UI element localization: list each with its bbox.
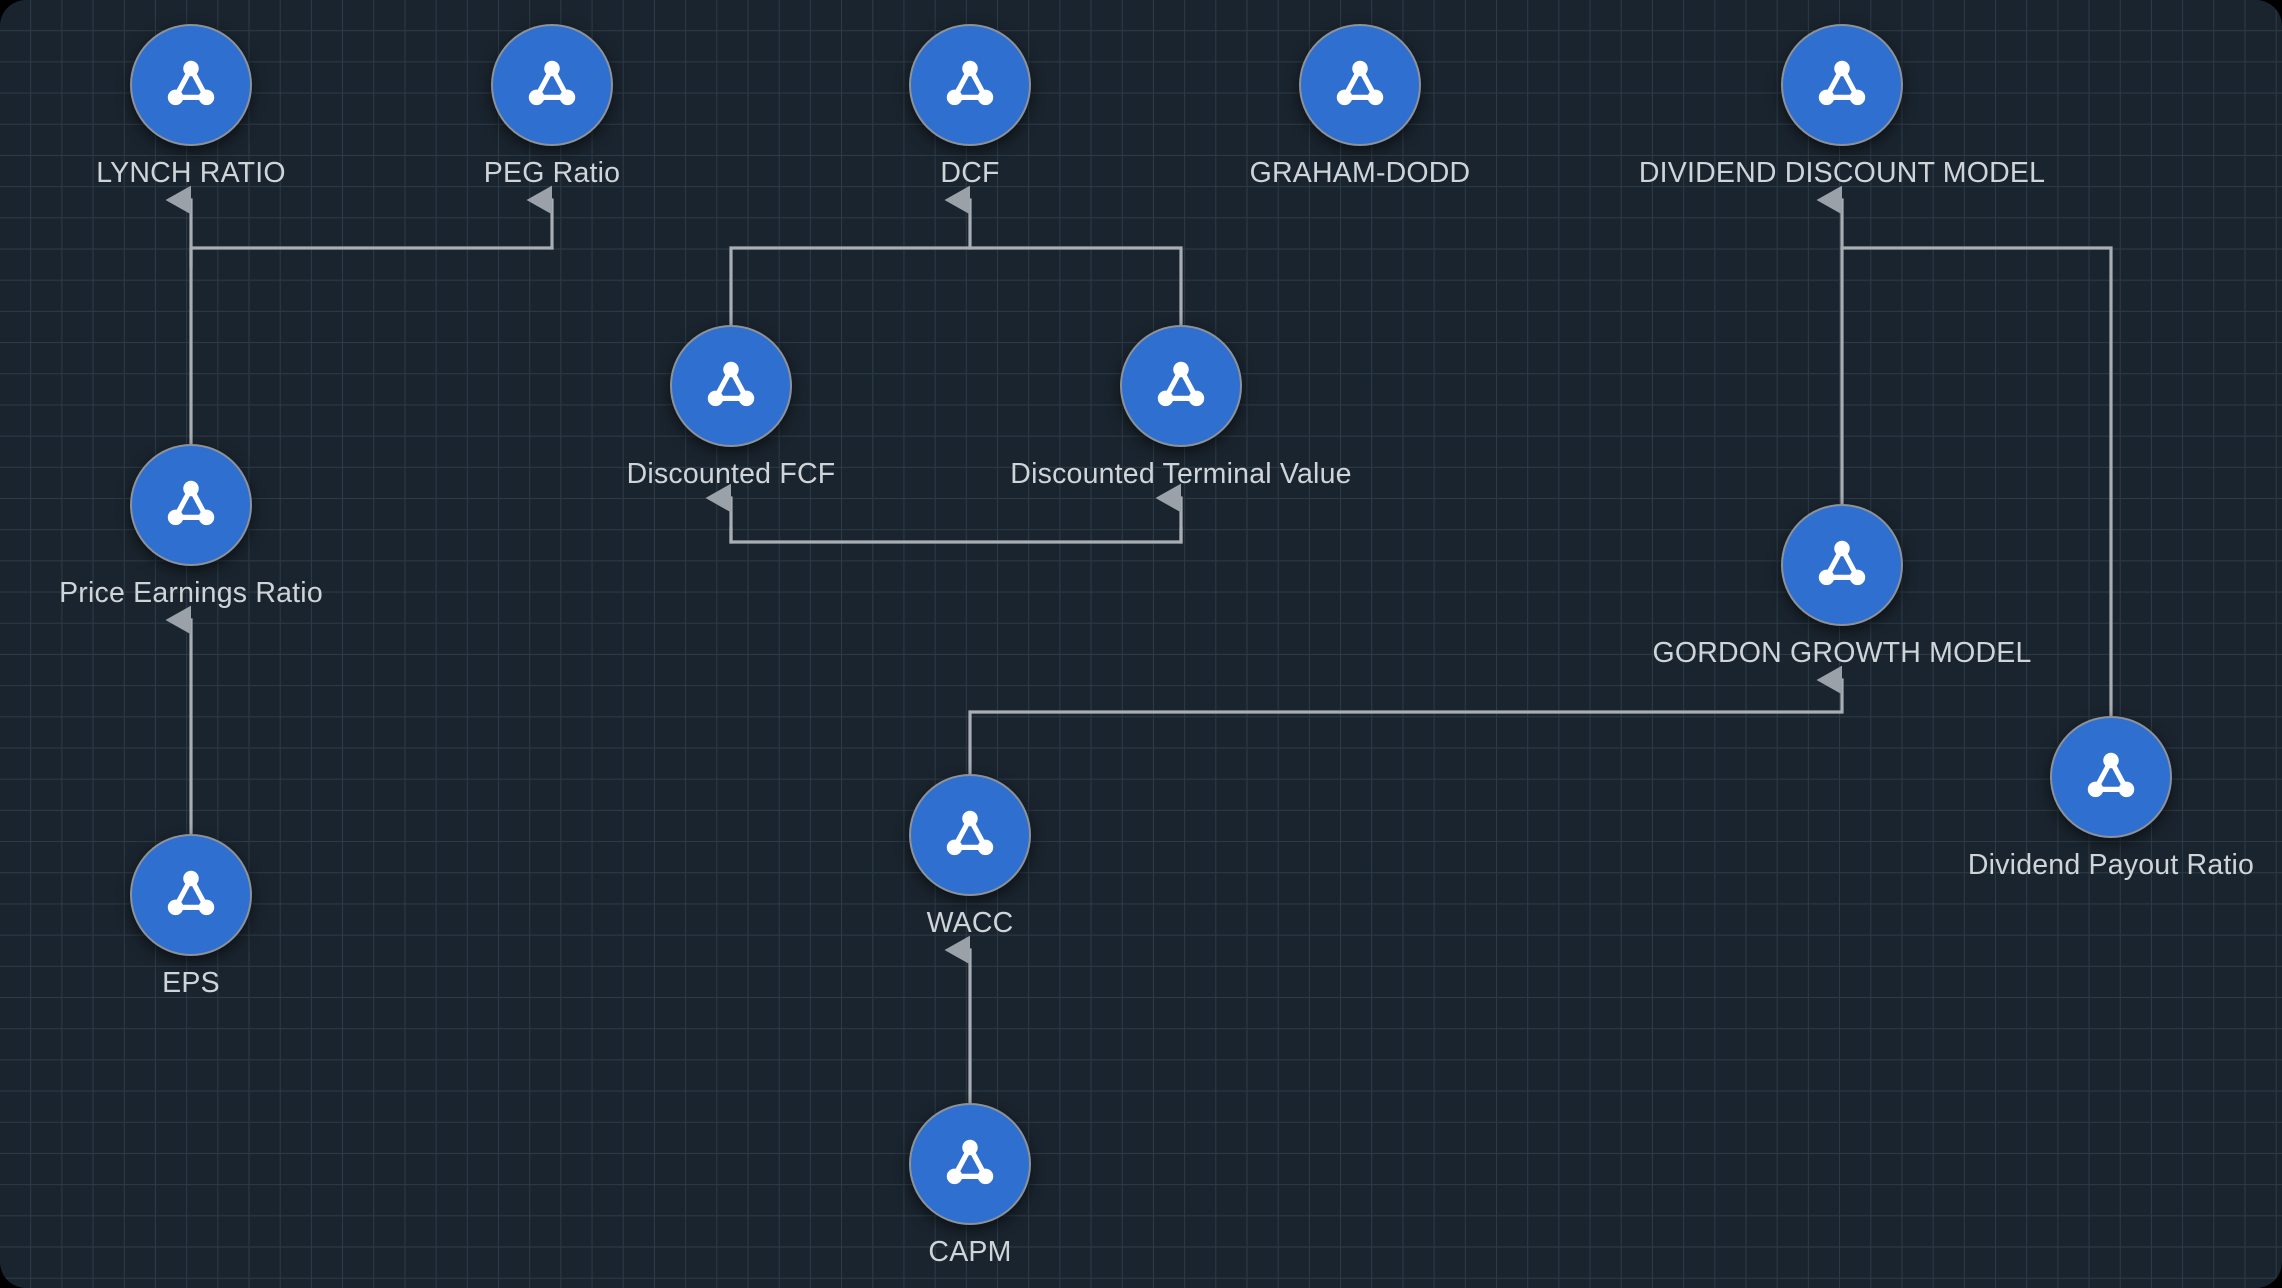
triangle-graph-icon — [2078, 744, 2144, 810]
triangle-graph-icon — [158, 472, 224, 538]
triangle-graph-icon — [937, 802, 1003, 868]
diagram-canvas[interactable]: LYNCH RATIO PEG Ratio DCF GRAHAM-DODD DIVIDE… — [0, 0, 2282, 1288]
graph-node-dcf[interactable] — [909, 24, 1031, 146]
graph-node-wacc[interactable] — [909, 774, 1031, 896]
graph-node-graham_dodd[interactable] — [1299, 24, 1421, 146]
graph-node-dividend_payout[interactable] — [2050, 716, 2172, 838]
triangle-graph-icon — [158, 52, 224, 118]
edge-wacc-to-discounted-bus — [729, 526, 1183, 544]
graph-node-discounted_tv[interactable] — [1120, 325, 1242, 447]
triangle-graph-icon — [1809, 532, 1875, 598]
triangle-graph-icon — [519, 52, 585, 118]
edge-dividend-payout-to-ddm — [1840, 246, 2113, 718]
triangle-graph-icon — [937, 1131, 1003, 1197]
graph-node-gordon_growth[interactable] — [1781, 504, 1903, 626]
graph-node-discounted_fcf[interactable] — [670, 325, 792, 447]
triangle-graph-icon — [937, 52, 1003, 118]
edge-price-earnings-trunk — [189, 246, 554, 446]
triangle-graph-icon — [158, 862, 224, 928]
graph-node-capm[interactable] — [909, 1103, 1031, 1225]
triangle-graph-icon — [1327, 52, 1393, 118]
edge-layer — [165, 185, 2113, 1105]
edge-wacc-to-gordon-growth — [968, 665, 1844, 776]
graph-node-eps[interactable] — [130, 834, 252, 956]
triangle-graph-icon — [698, 353, 764, 419]
graph-node-ddm[interactable] — [1781, 24, 1903, 146]
triangle-graph-icon — [1148, 353, 1214, 419]
graph-node-price_earnings[interactable] — [130, 444, 252, 566]
graph-node-peg_ratio[interactable] — [491, 24, 613, 146]
graph-node-lynch_ratio[interactable] — [130, 24, 252, 146]
triangle-graph-icon — [1809, 52, 1875, 118]
edge-discounted-fcf-to-dcf — [729, 246, 1183, 327]
